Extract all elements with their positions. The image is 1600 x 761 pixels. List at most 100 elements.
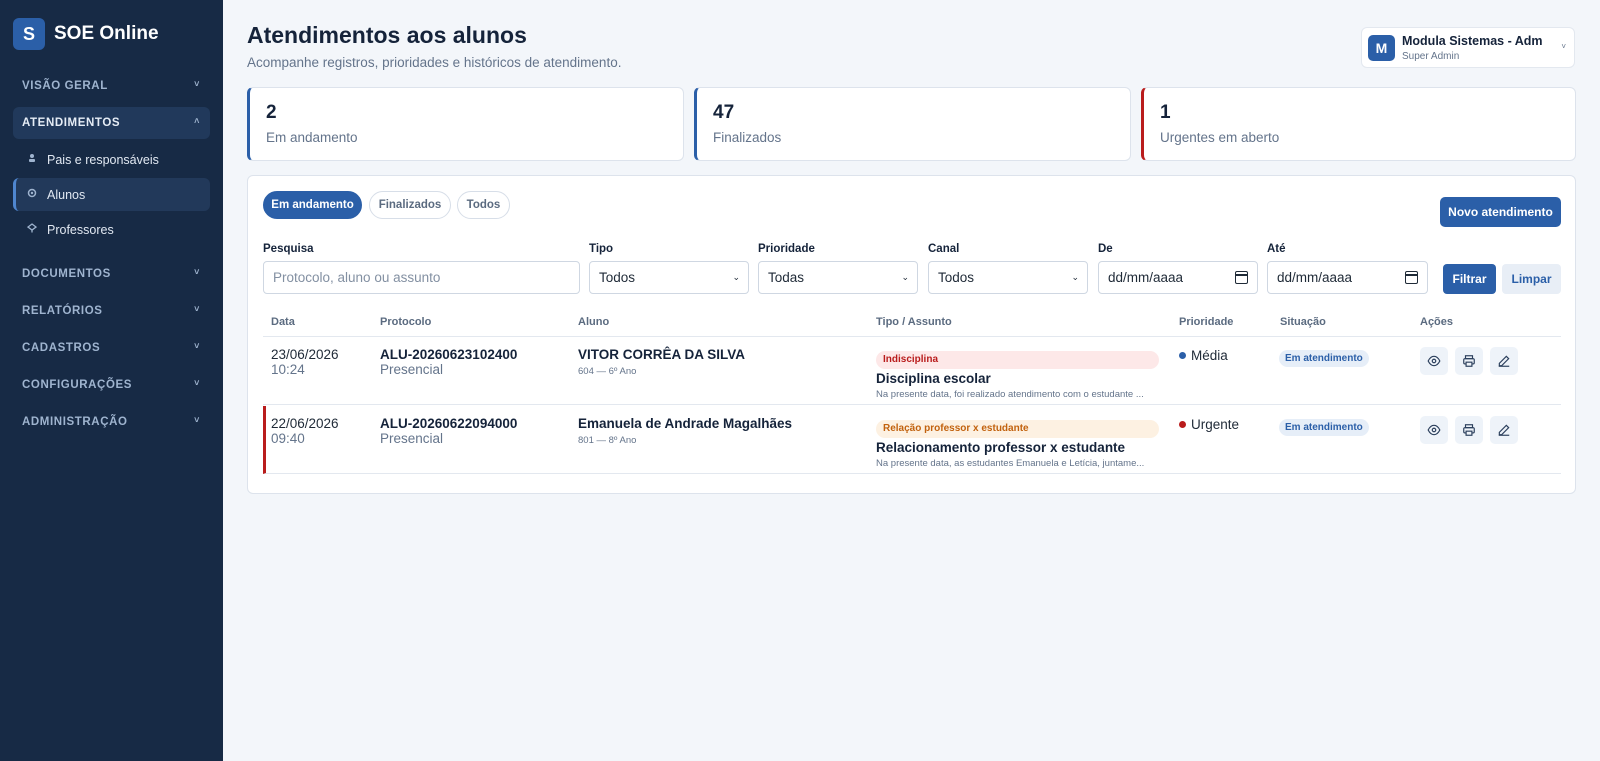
table-row[interactable]: 22/06/2026 09:40 ALU-20260622094000 Pres… bbox=[263, 406, 1561, 474]
sidebar-section-administracao[interactable]: ADMINISTRAÇÃO ˅ bbox=[13, 406, 210, 438]
chevron-down-icon: ˅ bbox=[194, 304, 200, 314]
tipo-label: Tipo bbox=[589, 243, 614, 255]
tab-em-andamento[interactable]: Em andamento bbox=[263, 191, 362, 219]
row-protocol: ALU-20260623102400 bbox=[380, 347, 518, 362]
row-description: Na presente data, foi realizado atendime… bbox=[876, 389, 1144, 400]
edit-button[interactable] bbox=[1490, 347, 1518, 375]
eye-icon bbox=[1427, 355, 1441, 367]
user-role: Super Admin bbox=[1402, 51, 1460, 62]
calendar-icon[interactable] bbox=[1235, 271, 1248, 284]
chevron-up-icon: ˄ bbox=[194, 116, 200, 126]
atendimentos-panel: Em andamento Finalizados Todos Novo aten… bbox=[247, 175, 1576, 494]
avatar: M bbox=[1368, 35, 1395, 61]
user-menu[interactable]: M Modula Sistemas - Adm Super Admin ˅ bbox=[1361, 27, 1575, 68]
de-placeholder: dd/mm/aaaa bbox=[1108, 270, 1184, 285]
row-subject: Relacionamento professor x estudante bbox=[876, 440, 1126, 455]
section-label: RELATÓRIOS bbox=[22, 305, 103, 317]
row-time: 09:40 bbox=[271, 431, 305, 446]
sidebar-item-label: Pais e responsáveis bbox=[47, 152, 159, 167]
row-description: Na presente data, as estudantes Emanuela… bbox=[876, 458, 1145, 469]
prioridade-select[interactable]: Todas ⌄ bbox=[758, 261, 918, 294]
status-badge: Em atendimento bbox=[1279, 350, 1369, 367]
column-header-prioridade: Prioridade bbox=[1179, 316, 1234, 328]
brand-name: SOE Online bbox=[54, 23, 159, 44]
calendar-icon[interactable] bbox=[1405, 271, 1418, 284]
column-header-protocolo: Protocolo bbox=[380, 316, 432, 328]
filtrar-button[interactable]: Filtrar bbox=[1443, 264, 1496, 294]
stat-label: Urgentes em aberto bbox=[1160, 130, 1280, 145]
section-label: CADASTROS bbox=[22, 342, 101, 354]
canal-select[interactable]: Todos ⌄ bbox=[928, 261, 1088, 294]
edit-button[interactable] bbox=[1490, 416, 1518, 444]
sidebar-section-documentos[interactable]: DOCUMENTOS ˅ bbox=[13, 258, 210, 290]
sidebar-item-label: Alunos bbox=[47, 187, 86, 202]
search-input[interactable]: Protocolo, aluno ou assunto bbox=[263, 261, 580, 294]
priority-dot bbox=[1179, 421, 1186, 429]
sidebar-item-pais[interactable]: Pais e responsáveis bbox=[13, 143, 210, 176]
section-label: VISÃO GERAL bbox=[22, 80, 108, 92]
row-class: 801 — 8º Ano bbox=[578, 435, 637, 446]
sidebar-section-relatorios[interactable]: RELATÓRIOS ˅ bbox=[13, 295, 210, 327]
page-subtitle: Acompanhe registros, prioridades e histó… bbox=[247, 55, 622, 70]
brand[interactable]: S SOE Online bbox=[0, 0, 223, 68]
stat-label: Em andamento bbox=[266, 130, 358, 145]
view-button[interactable] bbox=[1420, 347, 1448, 375]
print-button[interactable] bbox=[1455, 416, 1483, 444]
page-title: Atendimentos aos alunos bbox=[247, 22, 527, 48]
chevron-down-icon: ⌄ bbox=[901, 272, 909, 282]
stat-value: 2 bbox=[266, 102, 277, 123]
search-label: Pesquisa bbox=[263, 243, 314, 255]
tipo-tag: Indisciplina bbox=[876, 351, 1159, 369]
row-priority: Urgente bbox=[1191, 417, 1240, 432]
chevron-down-icon: ˅ bbox=[194, 79, 200, 89]
stat-value: 1 bbox=[1160, 102, 1171, 123]
sidebar-item-alunos[interactable]: Alunos bbox=[13, 178, 210, 211]
de-date-input[interactable]: dd/mm/aaaa bbox=[1098, 261, 1258, 294]
ate-date-input[interactable]: dd/mm/aaaa bbox=[1267, 261, 1428, 294]
tipo-value: Todos bbox=[599, 270, 636, 285]
main-content: Atendimentos aos alunos Acompanhe regist… bbox=[223, 0, 1600, 761]
section-label: ADMINISTRAÇÃO bbox=[22, 416, 128, 428]
sidebar-section-configuracoes[interactable]: CONFIGURAÇÕES ˅ bbox=[13, 369, 210, 401]
column-header-acoes: Ações bbox=[1420, 316, 1454, 328]
canal-label: Canal bbox=[928, 243, 960, 255]
prioridade-value: Todas bbox=[768, 270, 805, 285]
column-header-aluno: Aluno bbox=[578, 316, 610, 328]
print-button[interactable] bbox=[1455, 347, 1483, 375]
tipo-tag: Relação professor x estudante bbox=[876, 420, 1159, 438]
chevron-down-icon: ˅ bbox=[1561, 42, 1566, 51]
sidebar-item-professores[interactable]: Professores bbox=[13, 213, 210, 246]
student-icon bbox=[27, 188, 37, 201]
row-student: VITOR CORRÊA DA SILVA bbox=[578, 347, 746, 362]
sidebar-section-visao-geral[interactable]: VISÃO GERAL ˅ bbox=[13, 70, 210, 102]
view-button[interactable] bbox=[1420, 416, 1448, 444]
sidebar-section-atendimentos[interactable]: ATENDIMENTOS ˄ bbox=[13, 107, 210, 139]
stat-card-em-andamento: 2 Em andamento bbox=[247, 87, 684, 161]
limpar-button[interactable]: Limpar bbox=[1502, 264, 1561, 294]
chevron-down-icon: ⌄ bbox=[732, 272, 740, 282]
row-time: 10:24 bbox=[271, 362, 305, 377]
prioridade-label: Prioridade bbox=[758, 243, 815, 255]
tab-todos[interactable]: Todos bbox=[457, 191, 510, 219]
pencil-icon bbox=[1498, 424, 1510, 436]
tipo-select[interactable]: Todos ⌄ bbox=[589, 261, 749, 294]
section-label: CONFIGURAÇÕES bbox=[22, 379, 133, 391]
printer-icon bbox=[1463, 424, 1475, 436]
sidebar-section-cadastros[interactable]: CADASTROS ˅ bbox=[13, 332, 210, 364]
row-protocol: ALU-20260622094000 bbox=[380, 416, 518, 431]
row-priority: Média bbox=[1191, 348, 1228, 363]
column-header-situacao: Situação bbox=[1280, 316, 1326, 328]
section-label: ATENDIMENTOS bbox=[22, 117, 121, 129]
ate-label: Até bbox=[1267, 243, 1286, 255]
chevron-down-icon: ˅ bbox=[194, 378, 200, 388]
stat-value: 47 bbox=[713, 102, 735, 123]
table-row[interactable]: 23/06/2026 10:24 ALU-20260623102400 Pres… bbox=[263, 337, 1561, 405]
novo-atendimento-button[interactable]: Novo atendimento bbox=[1440, 197, 1561, 227]
stat-card-urgentes: 1 Urgentes em aberto bbox=[1141, 87, 1576, 161]
de-label: De bbox=[1098, 243, 1113, 255]
stat-card-finalizados: 47 Finalizados bbox=[694, 87, 1131, 161]
pencil-icon bbox=[1498, 355, 1510, 367]
row-student: Emanuela de Andrade Magalhães bbox=[578, 416, 793, 431]
chevron-down-icon: ⌄ bbox=[1071, 272, 1079, 282]
tab-finalizados[interactable]: Finalizados bbox=[369, 191, 451, 219]
